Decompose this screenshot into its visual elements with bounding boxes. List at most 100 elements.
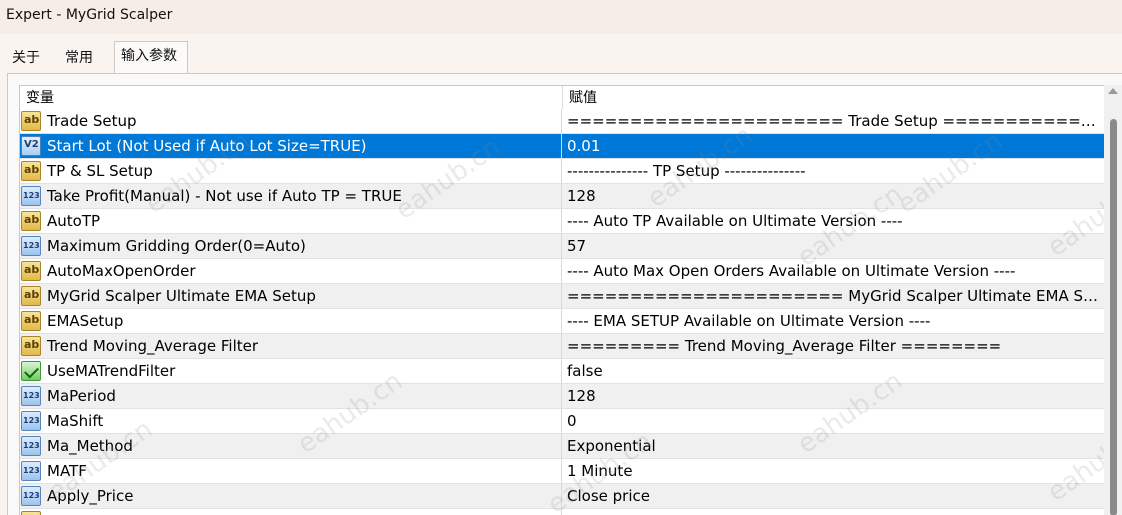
table-row[interactable]: Trade Setup ====================== Trade …	[20, 109, 1104, 134]
window-title: Expert - MyGrid Scalper	[6, 7, 173, 23]
table-row[interactable]: Maximum Gridding Order(0=Auto) 57	[20, 234, 1104, 259]
variable-cell[interactable]: Take Profit(Manual) - Not use if Auto TP…	[20, 184, 562, 208]
table-row[interactable]: Take Profit(Manual) - Not use if Auto TP…	[20, 184, 1104, 209]
table-row[interactable]: Trend Moving_Average Filter ========= Tre…	[20, 334, 1104, 359]
variable-name: AutoTP	[47, 212, 101, 230]
vertical-scrollbar[interactable]	[1104, 85, 1122, 515]
variable-cell[interactable]: Trend Moving_Average Filter	[20, 334, 562, 358]
column-divider[interactable]	[562, 86, 563, 109]
table-row[interactable]: MaPeriod 128	[20, 384, 1104, 409]
variable-name: MaPeriod	[47, 387, 116, 405]
integer-type-icon	[21, 411, 41, 431]
table-row[interactable]: MATF 1 Minute	[20, 459, 1104, 484]
integer-type-icon	[21, 436, 41, 456]
variable-name: Apply_Price	[47, 487, 134, 505]
variable-name: Trend Moving_Average Filter	[47, 337, 259, 355]
variable-cell[interactable]: Ma_Method	[20, 434, 562, 458]
parameter-list[interactable]: 变量 赋值 Trade Setup ====================== …	[19, 85, 1104, 515]
variable-cell[interactable]: Trade Setup	[20, 109, 562, 133]
variable-cell[interactable]: TP & SL Setup	[20, 159, 562, 183]
variable-name: MATF	[47, 462, 87, 480]
value-cell[interactable]: --------------- TP Setup ---------------	[567, 159, 1099, 184]
value-cell[interactable]: ---- Auto Max Open Orders Available on U…	[567, 259, 1099, 284]
table-row[interactable]: AutoTP ---- Auto TP Available on Ultimate…	[20, 209, 1104, 234]
string-type-icon	[21, 161, 41, 181]
table-row[interactable]	[20, 509, 1104, 515]
tab-common[interactable]: 常用	[59, 43, 111, 72]
value-cell[interactable]: 0	[567, 409, 1099, 434]
integer-type-icon	[21, 461, 41, 481]
variable-name: TP & SL Setup	[47, 162, 153, 180]
value-cell[interactable]: 128	[567, 384, 1099, 409]
variable-cell[interactable]	[20, 509, 562, 515]
variable-cell[interactable]: Start Lot (Not Used if Auto Lot Size=TRU…	[20, 134, 562, 158]
expert-properties-window: Expert - MyGrid Scalper 关于 常用 输入参数 变量 赋值…	[0, 0, 1122, 515]
tab-about[interactable]: 关于	[6, 43, 55, 72]
value-cell[interactable]: 128	[567, 184, 1099, 209]
title-bar[interactable]: Expert - MyGrid Scalper	[0, 0, 1122, 34]
tab-strip: 关于 常用 输入参数	[0, 41, 1122, 73]
variable-name: Take Profit(Manual) - Not use if Auto TP…	[47, 187, 402, 205]
column-header-variable[interactable]: 变量	[26, 86, 54, 109]
table-row[interactable]: AutoMaxOpenOrder ---- Auto Max Open Order…	[20, 259, 1104, 284]
variable-cell[interactable]: AutoMaxOpenOrder	[20, 259, 562, 283]
string-type-icon	[21, 336, 41, 356]
table-row[interactable]: Apply_Price Close price	[20, 484, 1104, 509]
table-row[interactable]: UseMATrendFilter false	[20, 359, 1104, 384]
double-type-icon	[21, 136, 41, 156]
table-row[interactable]: MaShift 0	[20, 409, 1104, 434]
value-cell[interactable]: ====================== Trade Setup =====…	[567, 109, 1099, 134]
variable-name: EMASetup	[47, 312, 124, 330]
variable-cell[interactable]: MaPeriod	[20, 384, 562, 408]
value-cell[interactable]: ========= Trend Moving_Average Filter ==…	[567, 334, 1099, 359]
column-header-value[interactable]: 赋值	[569, 86, 597, 109]
value-cell[interactable]: false	[567, 359, 1099, 384]
variable-name: Start Lot (Not Used if Auto Lot Size=TRU…	[47, 137, 367, 155]
variable-cell[interactable]: MyGrid Scalper Ultimate EMA Setup	[20, 284, 562, 308]
variable-name: Trade Setup	[47, 112, 137, 130]
inputs-panel: 变量 赋值 Trade Setup ====================== …	[7, 73, 1122, 515]
variable-name: UseMATrendFilter	[47, 362, 176, 380]
integer-type-icon	[21, 236, 41, 256]
variable-cell[interactable]: UseMATrendFilter	[20, 359, 562, 383]
integer-type-icon	[21, 186, 41, 206]
bool-type-icon	[21, 361, 41, 381]
variable-cell[interactable]: Apply_Price	[20, 484, 562, 508]
list-header: 变量 赋值	[20, 86, 1104, 109]
variable-cell[interactable]: MATF	[20, 459, 562, 483]
value-cell[interactable]: 1 Minute	[567, 459, 1099, 484]
value-cell[interactable]: 57	[567, 234, 1099, 259]
variable-cell[interactable]: MaShift	[20, 409, 562, 433]
scroll-up-arrow-icon[interactable]	[1108, 88, 1118, 94]
variable-name: MyGrid Scalper Ultimate EMA Setup	[47, 287, 316, 305]
value-cell[interactable]: Close price	[567, 484, 1099, 509]
scroll-thumb[interactable]	[1110, 119, 1117, 515]
variable-cell[interactable]: Maximum Gridding Order(0=Auto)	[20, 234, 562, 258]
variable-cell[interactable]: EMASetup	[20, 309, 562, 333]
parameter-rows: Trade Setup ====================== Trade …	[20, 109, 1104, 515]
variable-name: AutoMaxOpenOrder	[47, 262, 196, 280]
string-type-icon	[21, 511, 41, 515]
variable-name: MaShift	[47, 412, 104, 430]
string-type-icon	[21, 311, 41, 331]
table-row[interactable]: Ma_Method Exponential	[20, 434, 1104, 459]
value-cell[interactable]: ====================== MyGrid Scalper Ul…	[567, 284, 1099, 309]
integer-type-icon	[21, 486, 41, 506]
tab-inputs[interactable]: 输入参数	[114, 41, 188, 73]
variable-name: Maximum Gridding Order(0=Auto)	[47, 237, 306, 255]
integer-type-icon	[21, 386, 41, 406]
value-cell[interactable]: ---- Auto TP Available on Ultimate Versi…	[567, 209, 1099, 234]
table-row[interactable]: MyGrid Scalper Ultimate EMA Setup =======…	[20, 284, 1104, 309]
variable-name: Ma_Method	[47, 437, 133, 455]
string-type-icon	[21, 261, 41, 281]
value-cell[interactable]: Exponential	[567, 434, 1099, 459]
table-row[interactable]: TP & SL Setup --------------- TP Setup --…	[20, 159, 1104, 184]
variable-cell[interactable]: AutoTP	[20, 209, 562, 233]
string-type-icon	[21, 286, 41, 306]
value-cell[interactable]: ---- EMA SETUP Available on Ultimate Ver…	[567, 309, 1099, 334]
string-type-icon	[21, 211, 41, 231]
table-row[interactable]: EMASetup ---- EMA SETUP Available on Ulti…	[20, 309, 1104, 334]
value-cell[interactable]: 0.01	[567, 134, 1099, 159]
string-type-icon	[21, 111, 41, 131]
table-row[interactable]: Start Lot (Not Used if Auto Lot Size=TRU…	[20, 134, 1104, 159]
